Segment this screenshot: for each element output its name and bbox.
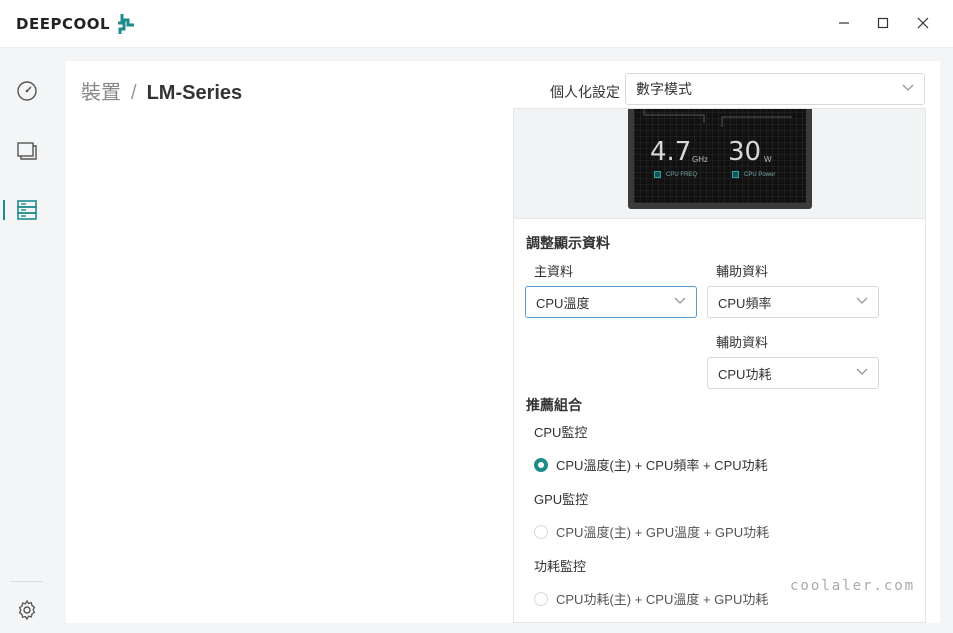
- radio-gpu-monitor[interactable]: CPU溫度(主) + GPU溫度 + GPU功耗: [534, 522, 769, 541]
- main-data-select[interactable]: CPU溫度: [525, 286, 697, 318]
- freq-tag: CPU FREQ: [654, 171, 697, 178]
- chevron-down-icon: [856, 368, 868, 375]
- minimize-button[interactable]: [833, 12, 855, 34]
- chevron-down-icon: [674, 297, 686, 304]
- monitor-icon: [16, 142, 37, 160]
- group-label-gpu: GPU監控: [534, 492, 589, 507]
- aux-data-label-2: 輔助資料: [716, 335, 769, 350]
- lcd-preview: 4.7 GHz 30 W CPU FREQ CPU Power: [628, 109, 812, 209]
- title-bar: DEEPCOOL: [0, 0, 953, 48]
- power-unit: W: [764, 155, 772, 164]
- sidebar: [0, 48, 53, 633]
- radio-button[interactable]: [534, 457, 548, 472]
- nav-settings[interactable]: [0, 593, 53, 627]
- active-indicator: [3, 200, 5, 220]
- group-label-power: 功耗監控: [534, 559, 587, 574]
- lcd-preview-area: 4.7 GHz 30 W CPU FREQ CPU Power: [514, 109, 925, 219]
- nav-monitor[interactable]: [0, 134, 53, 168]
- power-tag: CPU Power: [732, 171, 775, 178]
- aux-data-select-1[interactable]: CPU頻率: [707, 286, 879, 318]
- radio-button[interactable]: [534, 524, 548, 539]
- deepcool-logo: DEEPCOOL: [16, 12, 136, 36]
- logo-text: DEEPCOOL: [16, 15, 111, 33]
- content-card: 裝置 / LM-Series 個人化設定 數字模式 4.7 GHz 30 W C…: [66, 61, 940, 623]
- nav-devices[interactable]: [0, 193, 53, 227]
- breadcrumb-separator: /: [131, 82, 137, 104]
- device-list-icon: [16, 200, 37, 220]
- gear-icon: [18, 599, 35, 621]
- main-area: 裝置 / LM-Series 個人化設定 數字模式 4.7 GHz 30 W C…: [53, 48, 953, 633]
- personalize-select[interactable]: 數字模式: [625, 73, 925, 105]
- sidebar-divider: [10, 581, 43, 582]
- personalize-label: 個人化設定: [550, 84, 620, 100]
- recommended-title: 推薦組合: [526, 397, 582, 413]
- chevron-down-icon: [856, 297, 868, 304]
- speedometer-icon: [16, 81, 37, 101]
- main-data-label: 主資料: [534, 264, 574, 279]
- personalize-value: 數字模式: [636, 81, 692, 97]
- nav-dashboard[interactable]: [0, 74, 53, 108]
- page-title: LM-Series: [146, 82, 243, 104]
- settings-panel: 4.7 GHz 30 W CPU FREQ CPU Power 調整顯示資料 主…: [513, 108, 926, 623]
- radio-cpu-monitor[interactable]: CPU溫度(主) + CPU頻率 + CPU功耗: [534, 455, 768, 474]
- display-data-title: 調整顯示資料: [526, 235, 610, 251]
- maximize-button[interactable]: [872, 12, 894, 34]
- close-button[interactable]: [912, 12, 934, 34]
- group-label-cpu: CPU監控: [534, 425, 588, 440]
- chevron-down-icon: [902, 84, 914, 91]
- aux-data-select-2[interactable]: CPU功耗: [707, 357, 879, 389]
- breadcrumb-parent[interactable]: 裝置: [81, 76, 121, 105]
- logo-mark-icon: [116, 13, 136, 35]
- aux-data-label-1: 輔助資料: [716, 264, 769, 279]
- freq-unit: GHz: [692, 155, 708, 164]
- radio-power-monitor[interactable]: CPU功耗(主) + CPU溫度 + GPU功耗: [534, 589, 768, 608]
- watermark: coolaler.com: [790, 578, 916, 594]
- breadcrumb: 裝置 / LM-Series: [81, 76, 242, 105]
- freq-value: 4.7: [650, 137, 692, 167]
- power-value: 30: [728, 137, 762, 167]
- radio-button[interactable]: [534, 591, 548, 606]
